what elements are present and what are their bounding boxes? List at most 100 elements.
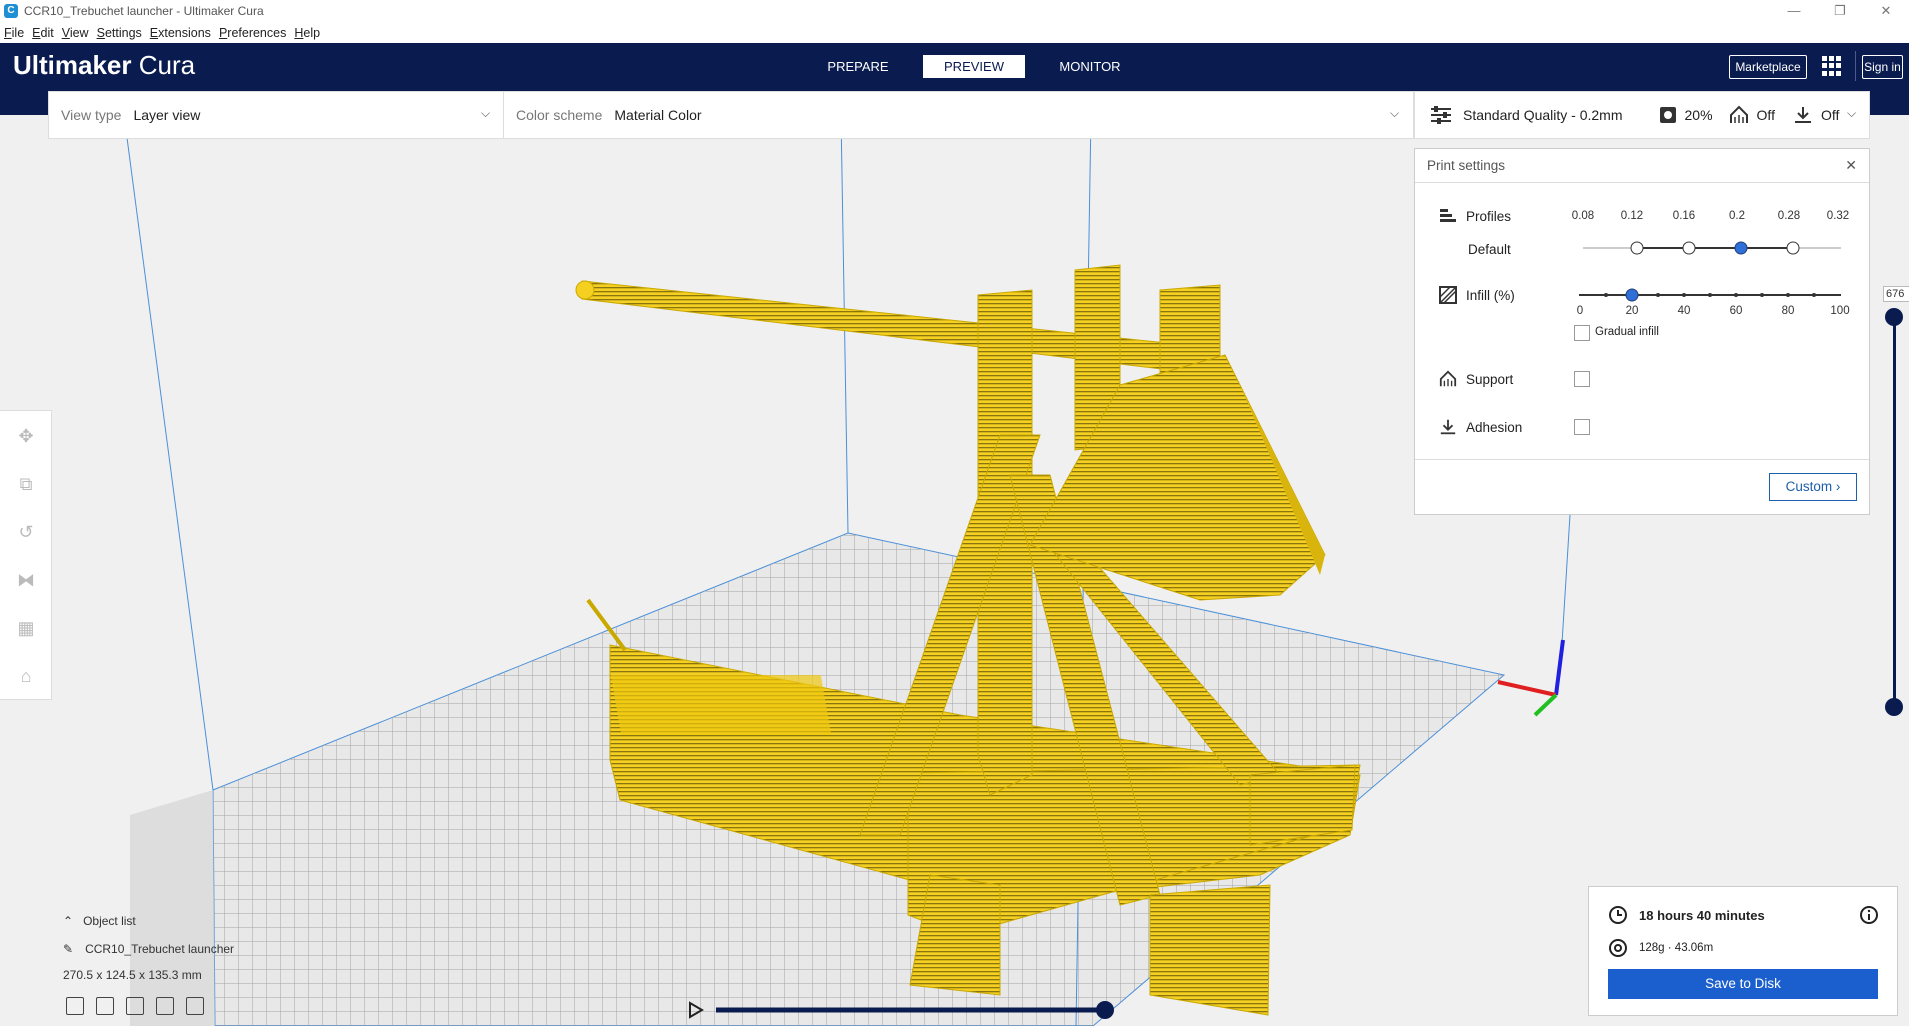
- layer-number-input[interactable]: 676: [1883, 286, 1909, 302]
- tab-preview[interactable]: PREVIEW: [923, 55, 1025, 78]
- 3d-view-icon[interactable]: [66, 997, 84, 1015]
- left-view-icon[interactable]: [156, 997, 174, 1015]
- object-list-toggle[interactable]: ⌃ Object list: [63, 914, 234, 928]
- maximize-button[interactable]: ❐: [1817, 0, 1863, 22]
- chevron-down-icon: ⌵: [1847, 106, 1857, 120]
- object-list: ⌃ Object list ✎ CCR10_Trebuchet launcher 2…: [63, 914, 234, 982]
- color-scheme-selector[interactable]: Color scheme Material Color ⌵: [503, 91, 1414, 139]
- window-title: CCR10_Trebuchet launcher - Ultimaker Cur…: [24, 4, 264, 18]
- infill-tick: 40: [1677, 305, 1691, 317]
- infill-tick: 20: [1625, 305, 1639, 317]
- menu-settings[interactable]: Settings: [93, 26, 146, 40]
- profiles-label: Profiles: [1466, 209, 1512, 224]
- menu-bar: File Edit View Settings Extensions Prefe…: [0, 22, 1909, 43]
- infill-summary: 20%: [1684, 107, 1713, 123]
- menu-extensions[interactable]: Extensions: [146, 26, 215, 40]
- adhesion-checkbox[interactable]: [1574, 419, 1590, 435]
- support-summary: Off: [1756, 107, 1775, 123]
- profile-name: Default: [1468, 242, 1511, 257]
- camera-view-buttons: [66, 997, 204, 1015]
- profile-tick: 0.28: [1777, 210, 1801, 222]
- clock-icon: [1609, 906, 1627, 924]
- profile-tick: 0.32: [1826, 210, 1850, 222]
- view-type-label: View type: [61, 107, 122, 123]
- chevron-down-icon: ⌵: [1390, 106, 1400, 120]
- print-settings-panel: Print settings ✕ Profiles Default 0.08 0…: [1414, 148, 1870, 515]
- menu-view[interactable]: View: [58, 26, 93, 40]
- per-model-settings-icon[interactable]: ▦: [16, 618, 36, 638]
- infill-tick-dot: [1760, 293, 1764, 297]
- progress-knob: [1096, 1001, 1114, 1019]
- color-scheme-label: Color scheme: [516, 107, 603, 123]
- play-icon: [689, 1001, 704, 1019]
- profile-tick: 0.08: [1571, 210, 1595, 222]
- adhesion-summary: Off: [1820, 107, 1840, 123]
- support-blocker-icon[interactable]: ⌂: [16, 666, 36, 686]
- spool-icon: [1609, 939, 1627, 957]
- marketplace-button[interactable]: Marketplace: [1729, 55, 1807, 79]
- info-icon[interactable]: [1859, 905, 1879, 925]
- infill-slider-knob[interactable]: [1625, 288, 1639, 302]
- scale-icon[interactable]: ⧉: [16, 474, 36, 494]
- menu-edit[interactable]: Edit: [28, 26, 58, 40]
- tool-panel: ✥ ⧉ ↺ ⧓ ▦ ⌂: [0, 410, 52, 700]
- layer-slider-track[interactable]: [1893, 310, 1896, 710]
- layer-slider-bottom-knob[interactable]: [1885, 698, 1903, 716]
- infill-tick-dot: [1708, 293, 1712, 297]
- infill-tick-dot: [1812, 293, 1816, 297]
- sign-in-button[interactable]: Sign in: [1862, 55, 1903, 79]
- layer-progress-slider[interactable]: [680, 995, 1120, 1025]
- right-view-icon[interactable]: [186, 997, 204, 1015]
- object-dimensions: 270.5 x 124.5 x 135.3 mm: [63, 968, 202, 982]
- infill-tick: 60: [1729, 305, 1743, 317]
- profile-knob-active[interactable]: [1734, 241, 1748, 255]
- view-type-selector[interactable]: View type Layer view ⌵: [48, 91, 504, 139]
- minimize-button[interactable]: —: [1771, 0, 1817, 22]
- close-window-button[interactable]: ✕: [1863, 0, 1909, 22]
- custom-settings-button[interactable]: Custom ›: [1769, 473, 1857, 501]
- front-view-icon[interactable]: [96, 997, 114, 1015]
- header-separator: [1855, 51, 1856, 81]
- menu-file[interactable]: File: [0, 26, 28, 40]
- top-view-icon[interactable]: [126, 997, 144, 1015]
- chevron-up-icon: ⌃: [63, 914, 74, 928]
- apps-grid-icon[interactable]: [1822, 56, 1842, 76]
- tab-prepare[interactable]: PREPARE: [807, 55, 909, 78]
- infill-tick-dot: [1786, 293, 1790, 297]
- print-settings-title: Print settings: [1427, 158, 1506, 173]
- color-scheme-value: Material Color: [614, 107, 702, 123]
- support-icon: [1439, 370, 1457, 387]
- window-titlebar: C CCR10_Trebuchet launcher - Ultimaker C…: [0, 0, 1909, 22]
- rotate-icon[interactable]: ↺: [16, 522, 36, 542]
- profile-tick: 0.12: [1620, 210, 1644, 222]
- tab-monitor[interactable]: MONITOR: [1039, 55, 1141, 78]
- print-settings-summary[interactable]: Standard Quality - 0.2mm 20% Off Off ⌵: [1414, 91, 1870, 139]
- gradual-infill-checkbox[interactable]: [1574, 325, 1590, 341]
- profile-knob[interactable]: [1786, 241, 1800, 255]
- layer-slider-top-knob[interactable]: [1885, 308, 1903, 326]
- panel-divider: [1415, 459, 1869, 460]
- stage-tabs: PREPARE PREVIEW MONITOR: [807, 55, 1155, 78]
- profile-knob[interactable]: [1630, 241, 1644, 255]
- adhesion-icon: [1440, 419, 1456, 435]
- support-checkbox[interactable]: [1574, 371, 1590, 387]
- infill-tick-dot: [1604, 293, 1608, 297]
- gradual-infill-label: Gradual infill: [1595, 326, 1659, 338]
- pencil-icon[interactable]: ✎: [63, 942, 73, 956]
- profile-knob[interactable]: [1682, 241, 1696, 255]
- view-type-value: Layer view: [133, 107, 201, 123]
- infill-tick-dot: [1734, 293, 1738, 297]
- infill-icon: [1659, 107, 1676, 123]
- close-icon[interactable]: ✕: [1845, 157, 1857, 174]
- support-label: Support: [1466, 372, 1514, 387]
- infill-label: Infill (%): [1466, 288, 1515, 303]
- save-to-disk-button[interactable]: Save to Disk: [1608, 969, 1878, 999]
- menu-help[interactable]: Help: [290, 26, 324, 40]
- mirror-icon[interactable]: ⧓: [16, 570, 36, 590]
- menu-preferences[interactable]: Preferences: [215, 26, 290, 40]
- adhesion-icon: [1794, 107, 1811, 123]
- infill-tick: 100: [1830, 305, 1850, 317]
- profile-slider-range: [1637, 247, 1787, 249]
- move-icon[interactable]: ✥: [16, 426, 36, 446]
- quality-value: Standard Quality - 0.2mm: [1463, 107, 1623, 123]
